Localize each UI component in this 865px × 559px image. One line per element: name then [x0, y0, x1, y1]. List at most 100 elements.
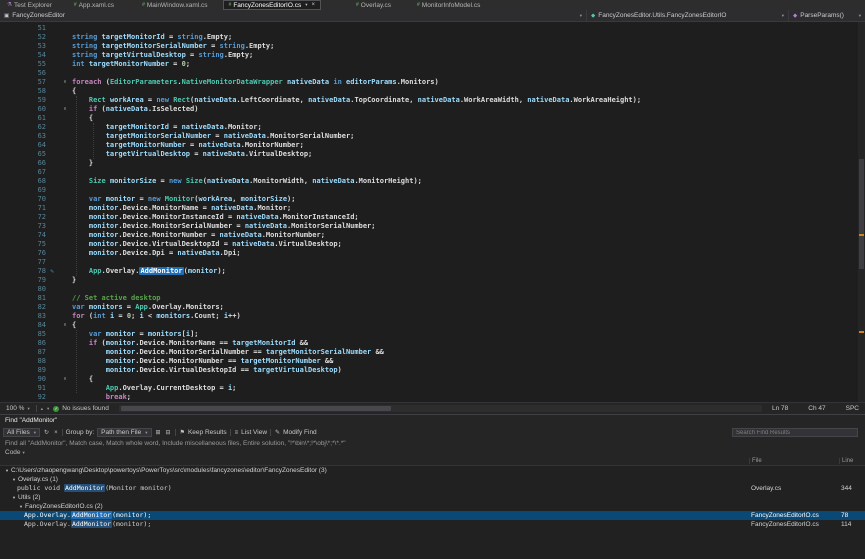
code-line[interactable]: 79}	[0, 276, 865, 285]
result-group-row[interactable]: ▾Utils (2)	[0, 493, 865, 502]
code-text[interactable]: // Set active desktop	[72, 294, 865, 303]
line-number[interactable]: 77	[0, 258, 46, 267]
code-text[interactable]	[72, 186, 865, 195]
line-number[interactable]: 60	[0, 105, 46, 114]
repeat-find-icon[interactable]: ↻	[43, 429, 50, 436]
code-line[interactable]: 89 monitor.Device.VirtualDesktopId == ta…	[0, 366, 865, 375]
code-text[interactable]: int targetMonitorNumber = 0;	[72, 60, 865, 69]
line-number[interactable]: 56	[0, 69, 46, 78]
code-text[interactable]	[72, 285, 865, 294]
code-line[interactable]: 67	[0, 168, 865, 177]
result-match-row[interactable]: App.Overlay.AddMonitor(monitor);FancyZon…	[0, 520, 865, 529]
result-match-row[interactable]: App.Overlay.AddMonitor(monitor);FancyZon…	[0, 511, 865, 520]
fold-collapse-icon[interactable]: ∨	[58, 78, 72, 87]
line-number[interactable]: 80	[0, 285, 46, 294]
list-view-toggle[interactable]: ≡ List View	[234, 429, 267, 436]
line-number[interactable]: 66	[0, 159, 46, 168]
code-line[interactable]: 70 var monitor = new Monitor(workArea, m…	[0, 195, 865, 204]
code-line[interactable]: 90 ∨ {	[0, 375, 865, 384]
code-line[interactable]: 86 if (monitor.Device.MonitorName == tar…	[0, 339, 865, 348]
line-number[interactable]: 63	[0, 132, 46, 141]
line-number[interactable]: 55	[0, 60, 46, 69]
code-line[interactable]: 58{	[0, 87, 865, 96]
code-text[interactable]: monitor.Device.MonitorNumber = nativeDat…	[72, 231, 865, 240]
expand-collapse-icon[interactable]: ▾	[3, 466, 11, 475]
document-tab[interactable]: #MonitorInfoModel.cs	[412, 0, 485, 10]
code-text[interactable]: monitor.Device.MonitorSerialNumber == ta…	[72, 348, 865, 357]
group-by-dropdown[interactable]: Path then File ▾	[97, 428, 151, 437]
code-line[interactable]: 54 string targetVirtualDesktop = string.E…	[0, 51, 865, 60]
line-number[interactable]: 52	[0, 33, 46, 42]
column-header-line[interactable]: Line	[839, 458, 865, 464]
scrollbar-thumb[interactable]	[859, 159, 864, 269]
code-text[interactable]: monitor.Device.VirtualDesktopId = native…	[72, 240, 865, 249]
modify-find-button[interactable]: ✎ Modify Find	[274, 429, 317, 436]
code-text[interactable]: Size monitorSize = new Size(nativeData.M…	[72, 177, 865, 186]
column-header-file[interactable]: File	[749, 458, 839, 464]
code-line[interactable]: 59 Rect workArea = new Rect(nativeData.L…	[0, 96, 865, 105]
fold-collapse-icon[interactable]: ∨	[58, 375, 72, 384]
code-text[interactable]	[72, 69, 865, 78]
line-number[interactable]: 57	[0, 78, 46, 87]
code-text[interactable]: targetVirtualDesktop = nativeData.Virtua…	[72, 150, 865, 159]
code-text[interactable]: if (monitor.Device.MonitorName == target…	[72, 339, 865, 348]
code-line[interactable]: 60∨ if (nativeData.IsSelected)	[0, 105, 865, 114]
type-dropdown[interactable]: ◆ FancyZonesEditor.Utils.FancyZonesEdito…	[587, 10, 789, 21]
code-line[interactable]: 53string targetMonitorSerialNumber = str…	[0, 42, 865, 51]
line-number[interactable]: 86	[0, 339, 46, 348]
tab-close-icon[interactable]: ×	[312, 2, 316, 8]
result-match-row[interactable]: public void AddMonitor(Monitor monitor)O…	[0, 484, 865, 493]
line-number[interactable]: 69	[0, 186, 46, 195]
line-number[interactable]: 83	[0, 312, 46, 321]
code-line[interactable]: 71 monitor.Device.MonitorName = nativeDa…	[0, 204, 865, 213]
line-number[interactable]: 59	[0, 96, 46, 105]
code-line[interactable]: 56	[0, 69, 865, 78]
code-line[interactable]: 51	[0, 24, 865, 33]
code-text[interactable]	[72, 258, 865, 267]
code-line[interactable]: 77	[0, 258, 865, 267]
document-tab[interactable]: #MainWindow.xaml.cs	[137, 0, 212, 10]
line-number[interactable]: 64	[0, 141, 46, 150]
code-text[interactable]: break;	[72, 393, 865, 402]
code-text[interactable]: App.Overlay.AddMonitor(monitor);	[72, 267, 865, 276]
line-number[interactable]: 90	[0, 375, 46, 384]
code-line[interactable]: 57∨foreach (EditorParameters.NativeMonit…	[0, 78, 865, 87]
code-text[interactable]: {	[72, 375, 865, 384]
line-number[interactable]: 72	[0, 213, 46, 222]
code-text[interactable]: {	[72, 114, 865, 123]
code-line[interactable]: 55 int targetMonitorNumber = 0;	[0, 60, 865, 69]
project-dropdown[interactable]: ▣ FancyZonesEditor ▾	[0, 10, 587, 21]
line-number[interactable]: 71	[0, 204, 46, 213]
code-text[interactable]: var monitor = new Monitor(workArea, moni…	[72, 195, 865, 204]
line-number[interactable]: 91	[0, 384, 46, 393]
code-text[interactable]: targetMonitorId = nativeData.Monitor;	[72, 123, 865, 132]
horizontal-scrollbar[interactable]	[119, 405, 762, 412]
code-line[interactable]: 64 targetMonitorNumber = nativeData.Moni…	[0, 141, 865, 150]
code-line[interactable]: 83for (int i = 0; i < monitors.Count; i+…	[0, 312, 865, 321]
code-text[interactable]: }	[72, 276, 865, 285]
scrollbar-thumb[interactable]	[121, 406, 391, 411]
zoom-dropdown[interactable]: 100 % ▾	[4, 405, 32, 412]
code-line[interactable]: 88 monitor.Device.MonitorNumber == targe…	[0, 357, 865, 366]
find-results-list[interactable]: ▾C:\Users\zhaopengwang\Desktop\powertoys…	[0, 466, 865, 559]
line-number[interactable]: 54	[0, 51, 46, 60]
line-number[interactable]: 78	[0, 267, 46, 276]
collapse-all-icon[interactable]: ⊟	[165, 429, 172, 436]
code-line[interactable]: 62 targetMonitorId = nativeData.Monitor;	[0, 123, 865, 132]
code-text[interactable]: string targetMonitorId = string.Empty;	[72, 33, 865, 42]
code-line[interactable]: 81// Set active desktop	[0, 294, 865, 303]
clear-results-icon[interactable]: ×	[53, 430, 59, 436]
code-text[interactable]: string targetVirtualDesktop = string.Emp…	[72, 51, 865, 60]
vertical-scrollbar[interactable]	[858, 22, 865, 402]
code-line[interactable]: 68 Size monitorSize = new Size(nativeDat…	[0, 177, 865, 186]
line-number[interactable]: 53	[0, 42, 46, 51]
code-line[interactable]: 85 var monitor = monitors[i];	[0, 330, 865, 339]
code-line[interactable]: 66 }	[0, 159, 865, 168]
code-text[interactable]: }	[72, 159, 865, 168]
fold-collapse-icon[interactable]: ∨	[58, 321, 72, 330]
search-results-input[interactable]	[733, 430, 857, 436]
code-section-header[interactable]: Code ▾	[0, 448, 865, 457]
code-text[interactable]: monitor.Device.MonitorSerialNumber = nat…	[72, 222, 865, 231]
code-text[interactable]: if (nativeData.IsSelected)	[72, 105, 865, 114]
tab-dropdown-icon[interactable]: ▾	[305, 2, 307, 8]
